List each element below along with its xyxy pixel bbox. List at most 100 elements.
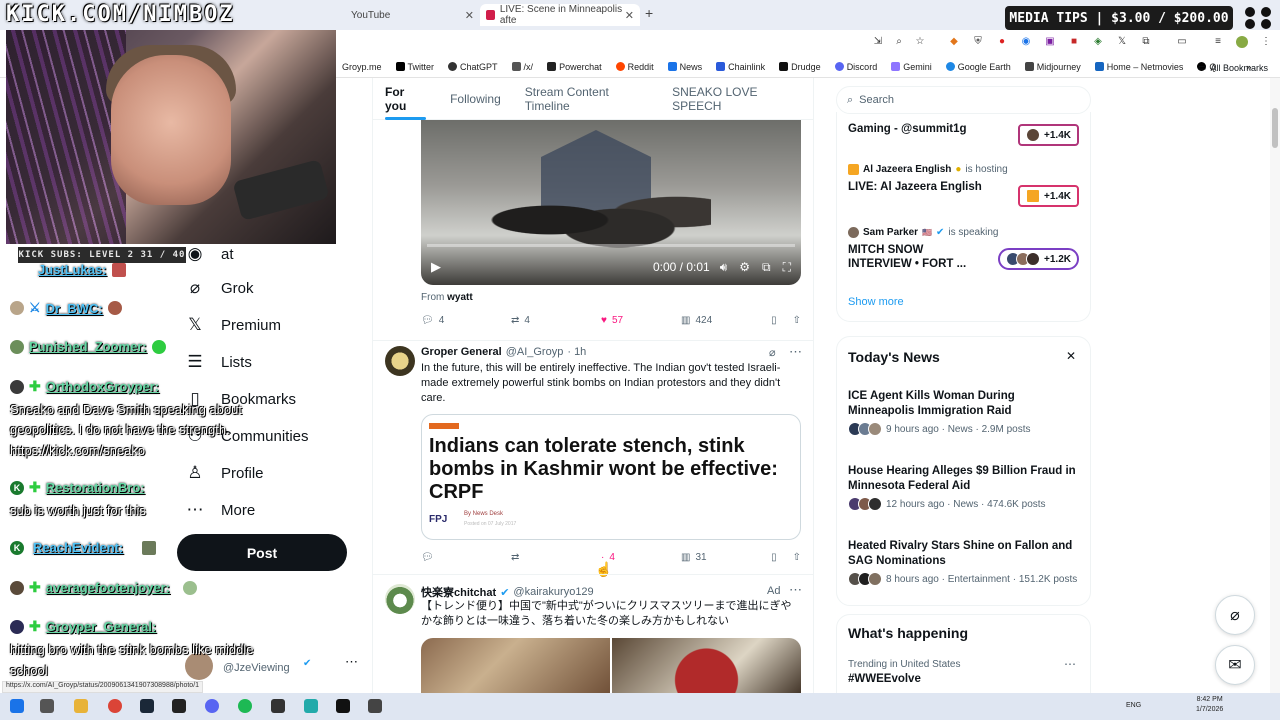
tab-stream-content-timeline[interactable]: Stream Content Timeline xyxy=(513,78,660,120)
bookmark-midjourney[interactable]: Midjourney xyxy=(1024,62,1081,72)
close-tab-icon[interactable]: ✕ xyxy=(465,9,474,22)
photo-2[interactable] xyxy=(612,638,801,698)
scrollbar-thumb[interactable] xyxy=(1272,108,1278,148)
bookmark-groyp[interactable]: Groyp.me xyxy=(342,62,382,72)
share-icon[interactable]: ⇧ xyxy=(793,315,801,326)
extension-icon[interactable]: ■ xyxy=(1068,36,1080,48)
reply-button[interactable]: 💬︎ 4 xyxy=(421,315,511,326)
tab-sneako-love-speech[interactable]: SNEAKO LOVE SPEECH xyxy=(660,78,813,120)
author-handle[interactable]: @kairakuryo129 xyxy=(513,586,593,598)
video-progress-bar[interactable] xyxy=(427,244,795,247)
app-icon[interactable] xyxy=(336,699,350,713)
views-button[interactable]: ▥ 424 xyxy=(681,315,761,326)
windows-start-icon[interactable] xyxy=(10,699,24,713)
repost-button[interactable]: ⇄ xyxy=(511,552,601,563)
task-view-icon[interactable] xyxy=(40,699,54,713)
page-scrollbar[interactable] xyxy=(1270,78,1280,693)
picture-in-picture-icon[interactable]: ⧉ xyxy=(762,260,771,275)
bookmark-chatgpt[interactable]: ChatGPT xyxy=(448,62,498,72)
more-options-icon[interactable]: ⋯ xyxy=(1064,657,1076,671)
nav-item-more[interactable]: ⋯ More xyxy=(185,495,256,525)
discord-icon[interactable] xyxy=(205,699,219,713)
bookmark-gemini[interactable]: Gemini xyxy=(891,62,932,72)
menu-icon[interactable]: ≡ xyxy=(1212,36,1224,48)
author-name[interactable]: 快楽寮chitchat xyxy=(421,584,496,600)
extension-icon[interactable]: ◈ xyxy=(1092,36,1104,48)
more-menu-icon[interactable]: ⋮ xyxy=(1260,36,1272,48)
bookmark-star-icon[interactable]: ☆ xyxy=(914,36,926,48)
bookmark-google-earth[interactable]: Google Earth xyxy=(945,62,1011,72)
app-icon[interactable] xyxy=(368,699,382,713)
terminal-icon[interactable] xyxy=(172,699,186,713)
tab-search-icon[interactable]: ▭ xyxy=(1176,36,1188,48)
account-more-icon[interactable]: ⋯ xyxy=(345,654,358,670)
obs-icon[interactable] xyxy=(271,699,285,713)
show-more-link[interactable]: Show more xyxy=(848,296,904,308)
fullscreen-icon[interactable]: ⛶ xyxy=(783,260,791,275)
nav-item-profile[interactable]: ♙ Profile xyxy=(185,458,263,488)
spotify-icon[interactable] xyxy=(238,699,252,713)
new-tab-button[interactable]: + xyxy=(645,5,653,21)
nav-item-grok[interactable]: ⌀ Grok xyxy=(185,273,254,303)
bookmark-icon[interactable]: ▯ xyxy=(771,315,777,326)
views-button[interactable]: ▥ 31 xyxy=(681,552,761,563)
metamask-extension-icon[interactable]: ◆ xyxy=(948,36,960,48)
language-indicator[interactable]: ENG xyxy=(1126,702,1141,709)
close-icon[interactable]: ✕ xyxy=(1066,349,1076,363)
from-user-link[interactable]: wyatt xyxy=(447,292,473,303)
tab-youtube[interactable]: YouTube ✕ xyxy=(345,4,480,26)
bookmark-netmovies[interactable]: Home – Netmovies xyxy=(1094,62,1183,72)
bookmark-chainlink[interactable]: Chainlink xyxy=(716,62,765,72)
photo-1[interactable] xyxy=(421,638,610,698)
extension-icon[interactable]: ◉ xyxy=(1020,36,1032,48)
shield-extension-icon[interactable]: ⛨ xyxy=(972,36,984,48)
bookmark-twitter[interactable]: Twitter xyxy=(395,62,434,72)
avatar[interactable] xyxy=(385,584,415,614)
search-input[interactable]: ⌕ Search xyxy=(836,86,1091,114)
tab-for-you[interactable]: For you xyxy=(373,78,438,120)
news-item[interactable]: Heated Rivalry Stars Shine on Fallon and… xyxy=(848,539,1083,586)
chrome-icon[interactable] xyxy=(108,699,122,713)
news-item[interactable]: House Hearing Alleges $9 Billion Fraud i… xyxy=(848,464,1083,511)
share-icon[interactable]: ⇧ xyxy=(793,552,801,563)
extension-icon[interactable]: ▣ xyxy=(1044,36,1056,48)
bookmark-icon[interactable]: ▯ xyxy=(771,552,777,563)
bookmark-powerchat[interactable]: Powerchat xyxy=(547,62,602,72)
file-explorer-icon[interactable] xyxy=(74,699,88,713)
steam-icon[interactable] xyxy=(140,699,154,713)
bookmark-x-board[interactable]: /x/ xyxy=(511,62,533,72)
author-handle[interactable]: @AI_Groyp xyxy=(506,346,564,358)
all-bookmarks-button[interactable]: ▭ All Bookmarks xyxy=(1198,62,1268,73)
nav-item-premium[interactable]: 𝕏 Premium xyxy=(185,310,281,340)
tab-live-minneapolis[interactable]: LIVE: Scene in Minneapolis afte ✕ xyxy=(480,4,640,26)
reply-button[interactable]: 💬︎ xyxy=(421,552,511,563)
trend-name[interactable]: #WWEEvolve xyxy=(848,673,921,685)
tab-following[interactable]: Following xyxy=(438,78,513,120)
extension-icon[interactable]: ● xyxy=(996,36,1008,48)
x-extension-icon[interactable]: 𝕏 xyxy=(1116,36,1128,48)
more-options-icon[interactable]: ⋯ xyxy=(789,344,802,360)
app-icon[interactable] xyxy=(304,699,318,713)
avatar[interactable] xyxy=(385,346,415,376)
system-clock[interactable]: 8:42 PM 1/7/2026 xyxy=(1196,695,1223,715)
grok-fab-button[interactable]: ⌀ xyxy=(1215,595,1255,635)
video-player[interactable]: ▶ 0:00 / 0:01 🔊︎ ⚙ ⧉ ⛶ xyxy=(421,120,801,285)
tweet-photos[interactable] xyxy=(421,638,801,698)
extensions-puzzle-icon[interactable]: ⧉ xyxy=(1140,36,1152,48)
bookmark-reddit[interactable]: Reddit xyxy=(615,62,654,72)
nav-item-lists[interactable]: ☰ Lists xyxy=(185,347,251,377)
install-icon[interactable]: ⇲ xyxy=(872,36,884,48)
like-button[interactable]: · 4 xyxy=(601,552,681,563)
bookmark-drudge[interactable]: Drudge xyxy=(779,62,821,72)
bookmark-news[interactable]: News xyxy=(667,62,702,72)
close-tab-icon[interactable]: ✕ xyxy=(625,9,634,22)
play-icon[interactable]: ▶ xyxy=(431,259,441,275)
settings-gear-icon[interactable]: ⚙ xyxy=(739,260,750,274)
volume-icon[interactable]: 🔊︎ xyxy=(720,260,728,275)
repost-button[interactable]: ⇄ 4 xyxy=(511,315,601,326)
bookmark-discord[interactable]: Discord xyxy=(834,62,877,72)
author-name[interactable]: Groper General xyxy=(421,346,502,358)
news-item[interactable]: ICE Agent Kills Woman During Minneapolis… xyxy=(848,389,1083,436)
profile-avatar-icon[interactable] xyxy=(1236,36,1248,48)
post-button[interactable]: Post xyxy=(177,534,347,571)
